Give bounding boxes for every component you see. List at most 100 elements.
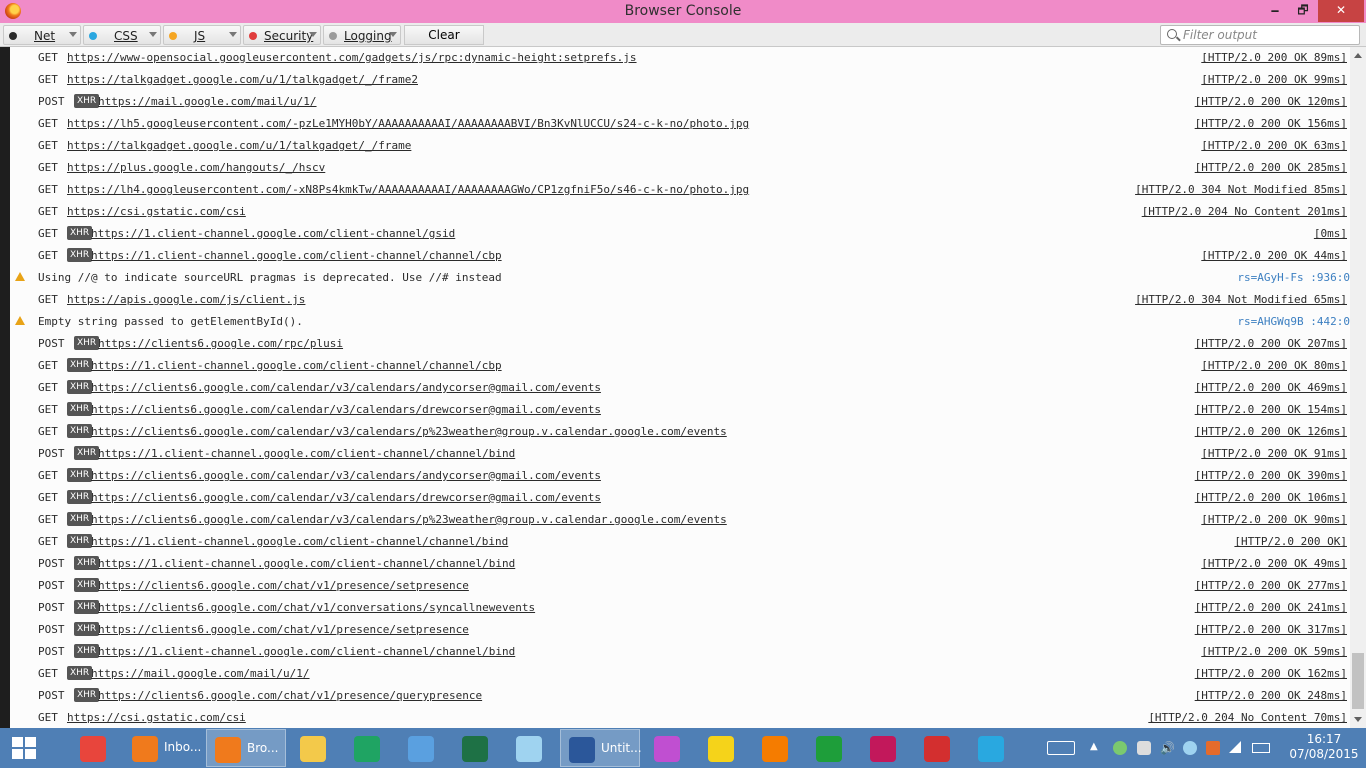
request-status-link[interactable]: [HTTP/2.0 200 OK 49ms] xyxy=(1201,557,1347,570)
warning-source-link[interactable]: rs=AHGWq9B :442:0 xyxy=(1237,315,1350,328)
volume-icon[interactable]: 🔊 xyxy=(1160,741,1175,755)
request-status-link[interactable]: [HTTP/2.0 200 OK] xyxy=(1234,535,1347,548)
request-status-link[interactable]: [HTTP/2.0 200 OK 390ms] xyxy=(1195,469,1347,482)
request-url-link[interactable]: https://clients6.google.com/chat/v1/pres… xyxy=(98,623,469,636)
tray-app-icon[interactable] xyxy=(1206,741,1220,755)
request-status-link[interactable]: [HTTP/2.0 204 No Content 201ms] xyxy=(1142,205,1347,218)
request-status-link[interactable]: [HTTP/2.0 200 OK 156ms] xyxy=(1195,117,1347,130)
request-url-link[interactable]: https://lh4.googleusercontent.com/-xN8Ps… xyxy=(67,183,749,196)
chevron-down-icon[interactable] xyxy=(309,32,317,37)
request-status-link[interactable]: [HTTP/2.0 200 OK 248ms] xyxy=(1195,689,1347,702)
taskbar-item-spreadsheet[interactable] xyxy=(454,729,496,767)
request-status-link[interactable]: [HTTP/2.0 304 Not Modified 85ms] xyxy=(1135,183,1347,196)
request-status-link[interactable]: [HTTP/2.0 200 OK 99ms] xyxy=(1201,73,1347,86)
request-url-link[interactable]: https://1.client-channel.google.com/clie… xyxy=(98,557,515,570)
request-status-link[interactable]: [0ms] xyxy=(1314,227,1347,240)
request-status-link[interactable]: [HTTP/2.0 200 OK 285ms] xyxy=(1195,161,1347,174)
request-url-link[interactable]: https://plus.google.com/hangouts/_/hscv xyxy=(67,161,325,174)
request-status-link[interactable]: [HTTP/2.0 200 OK 207ms] xyxy=(1195,337,1347,350)
request-url-link[interactable]: https://1.client-channel.google.com/clie… xyxy=(91,535,508,548)
taskbar-item-picasa[interactable] xyxy=(646,729,688,767)
request-url-link[interactable]: https://csi.gstatic.com/csi xyxy=(67,205,246,218)
filter-logging-button[interactable]: Logging xyxy=(323,25,401,45)
request-status-link[interactable]: [HTTP/2.0 200 OK 469ms] xyxy=(1195,381,1347,394)
battery-icon[interactable] xyxy=(1252,743,1270,753)
request-url-link[interactable]: https://1.client-channel.google.com/clie… xyxy=(98,447,515,460)
tray-app-icon[interactable] xyxy=(1183,741,1197,755)
request-url-link[interactable]: https://www-opensocial.googleusercontent… xyxy=(67,51,637,64)
console-scrollbar[interactable] xyxy=(1350,47,1366,728)
warning-source-link[interactable]: rs=AGyH-Fs :936:0 xyxy=(1237,271,1350,284)
request-url-link[interactable]: https://clients6.google.com/chat/v1/conv… xyxy=(98,601,535,614)
filter-css-button[interactable]: CSS xyxy=(83,25,161,45)
request-url-link[interactable]: https://lh5.googleusercontent.com/-pzLe1… xyxy=(67,117,749,130)
request-url-link[interactable]: https://clients6.google.com/calendar/v3/… xyxy=(91,403,601,416)
request-status-link[interactable]: [HTTP/2.0 200 OK 44ms] xyxy=(1201,249,1347,262)
chevron-down-icon[interactable] xyxy=(69,32,77,37)
request-url-link[interactable]: https://clients6.google.com/calendar/v3/… xyxy=(91,425,727,438)
taskbar-item-notepad[interactable] xyxy=(508,729,550,767)
request-status-link[interactable]: [HTTP/2.0 204 No Content 70ms] xyxy=(1148,711,1347,724)
taskbar-item-acrobat[interactable] xyxy=(916,729,958,767)
request-url-link[interactable]: https://talkgadget.google.com/u/1/talkga… xyxy=(67,73,418,86)
scroll-thumb[interactable] xyxy=(1352,653,1364,709)
request-url-link[interactable]: https://1.client-channel.google.com/clie… xyxy=(98,645,515,658)
request-status-link[interactable]: [HTTP/2.0 304 Not Modified 65ms] xyxy=(1135,293,1347,306)
request-status-link[interactable]: [HTTP/2.0 200 OK 80ms] xyxy=(1201,359,1347,372)
taskbar-item-document[interactable]: Untit... xyxy=(560,729,642,767)
request-url-link[interactable]: https://mail.google.com/mail/u/1/ xyxy=(98,95,317,108)
filter-security-button[interactable]: Security xyxy=(243,25,321,45)
request-status-link[interactable]: [HTTP/2.0 200 OK 277ms] xyxy=(1195,579,1347,592)
taskbar-item-media-player[interactable] xyxy=(754,729,796,767)
request-status-link[interactable]: [HTTP/2.0 200 OK 120ms] xyxy=(1195,95,1347,108)
request-url-link[interactable]: https://1.client-channel.google.com/clie… xyxy=(91,249,502,262)
request-status-link[interactable]: [HTTP/2.0 200 OK 317ms] xyxy=(1195,623,1347,636)
request-url-link[interactable]: https://clients6.google.com/chat/v1/pres… xyxy=(98,689,482,702)
taskbar-item-mypeople[interactable] xyxy=(970,729,1012,767)
request-url-link[interactable]: https://csi.gstatic.com/csi xyxy=(67,711,246,724)
request-url-link[interactable]: https://clients6.google.com/rpc/plusi xyxy=(98,337,343,350)
taskbar-item-file-explorer[interactable] xyxy=(292,729,334,767)
request-status-link[interactable]: [HTTP/2.0 200 OK 162ms] xyxy=(1195,667,1347,680)
filter-net-button[interactable]: Net xyxy=(3,25,81,45)
taskbar-item-chrome[interactable] xyxy=(72,729,114,767)
request-status-link[interactable]: [HTTP/2.0 200 OK 63ms] xyxy=(1201,139,1347,152)
chevron-down-icon[interactable] xyxy=(229,32,237,37)
filter-output-input[interactable] xyxy=(1183,27,1353,43)
request-status-link[interactable]: [HTTP/2.0 200 OK 90ms] xyxy=(1201,513,1347,526)
request-status-link[interactable]: [HTTP/2.0 200 OK 59ms] xyxy=(1201,645,1347,658)
tray-chevron-up-icon[interactable]: ▲ xyxy=(1090,741,1104,755)
maximize-button[interactable]: 🗗 xyxy=(1289,0,1317,22)
close-button[interactable]: ✕ xyxy=(1318,0,1364,22)
request-status-link[interactable]: [HTTP/2.0 200 OK 106ms] xyxy=(1195,491,1347,504)
clock[interactable]: 16:17 07/08/2015 xyxy=(1286,732,1362,762)
chevron-down-icon[interactable] xyxy=(149,32,157,37)
request-url-link[interactable]: https://talkgadget.google.com/u/1/talkga… xyxy=(67,139,411,152)
taskbar-item-firefox-inbox[interactable]: Inbo... xyxy=(124,729,204,767)
scroll-up-icon[interactable] xyxy=(1354,53,1362,58)
request-url-link[interactable]: https://clients6.google.com/chat/v1/pres… xyxy=(98,579,469,592)
request-status-link[interactable]: [HTTP/2.0 200 OK 91ms] xyxy=(1201,447,1347,460)
request-status-link[interactable]: [HTTP/2.0 200 OK 154ms] xyxy=(1195,403,1347,416)
request-status-link[interactable]: [HTTP/2.0 200 OK 241ms] xyxy=(1195,601,1347,614)
tray-app-icon[interactable] xyxy=(1113,741,1127,755)
chevron-down-icon[interactable] xyxy=(389,32,397,37)
request-url-link[interactable]: https://clients6.google.com/calendar/v3/… xyxy=(91,491,601,504)
request-status-link[interactable]: [HTTP/2.0 200 OK 126ms] xyxy=(1195,425,1347,438)
request-url-link[interactable]: https://1.client-channel.google.com/clie… xyxy=(91,359,502,372)
signal-icon[interactable] xyxy=(1229,741,1241,753)
request-url-link[interactable]: https://1.client-channel.google.com/clie… xyxy=(91,227,455,240)
windows-start-icon[interactable] xyxy=(12,737,36,759)
request-url-link[interactable]: https://apis.google.com/js/client.js xyxy=(67,293,305,306)
scroll-down-icon[interactable] xyxy=(1354,717,1362,722)
clear-button[interactable]: Clear xyxy=(404,25,484,45)
taskbar-item-firefox-browser[interactable]: Bro... xyxy=(206,729,286,767)
filter-output-box[interactable] xyxy=(1160,25,1360,45)
taskbar-item-google-drive[interactable] xyxy=(346,729,388,767)
minimize-button[interactable]: 🗕 xyxy=(1261,0,1289,22)
filter-js-button[interactable]: JS xyxy=(163,25,241,45)
network-tray-icon[interactable] xyxy=(1137,741,1151,755)
taskbar-item-store[interactable] xyxy=(808,729,850,767)
taskbar-item-control-panel[interactable] xyxy=(400,729,442,767)
request-url-link[interactable]: https://clients6.google.com/calendar/v3/… xyxy=(91,469,601,482)
